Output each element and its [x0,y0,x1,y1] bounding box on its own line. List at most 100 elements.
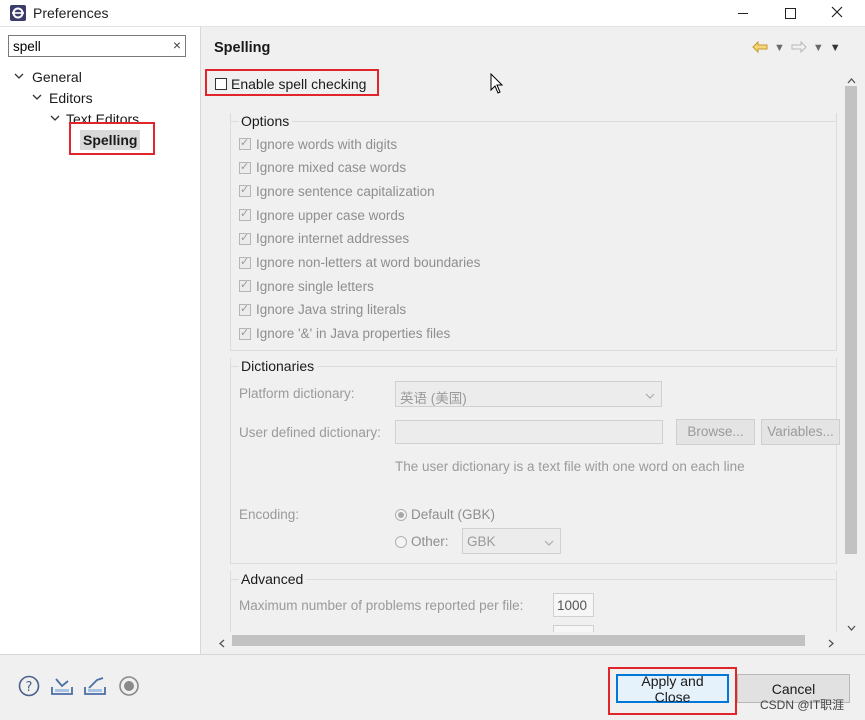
minimize-icon [738,12,748,14]
spelling-highlight-box [69,122,155,155]
next-field-input[interactable] [553,625,594,632]
option-checkbox[interactable] [239,255,251,269]
maximize-button[interactable] [767,0,813,26]
option-checkbox[interactable] [239,302,251,316]
option-row[interactable]: Ignore single letters [239,277,374,295]
tree-item-editors[interactable]: Editors [32,87,93,108]
bottom-separator [0,654,865,655]
close-window-button[interactable] [814,0,860,26]
tree-label-general: General [32,68,82,85]
enable-checkbox-highlight-box [205,69,379,96]
chevron-down-icon[interactable] [50,113,64,125]
horizontal-scroll-thumb[interactable] [232,635,805,646]
option-checkbox[interactable] [239,231,251,245]
user-dictionary-hint: The user dictionary is a text file with … [395,459,745,474]
spelling-preferences-content: Enable spell checking Options Ignore wor… [205,67,842,632]
record-button[interactable] [118,675,140,700]
option-checkbox[interactable] [239,183,251,198]
encoding-other-label: Other: [411,534,449,549]
svg-text:?: ? [26,680,33,695]
scroll-right-icon[interactable] [828,636,834,651]
window-title: Preferences [33,5,109,21]
radio-unselected-icon [395,535,407,548]
option-row[interactable]: Ignore sentence capitalization [239,182,435,200]
vertical-scrollbar[interactable] [843,68,859,631]
tree-label-editors: Editors [49,89,93,106]
encoding-other-combo[interactable]: GBK [462,528,561,554]
forward-menu-icon[interactable]: ▼ [813,42,824,54]
horizontal-scrollbar[interactable] [214,632,843,649]
user-dictionary-label: User defined dictionary: [239,425,381,440]
option-label: Ignore mixed case words [256,160,407,176]
option-label: Ignore '&' in Java properties files [256,326,451,342]
option-row[interactable]: Ignore internet addresses [239,230,409,248]
option-checkbox[interactable] [239,278,251,293]
chevron-down-icon [645,388,655,403]
option-row[interactable]: Ignore Java string literals [239,301,406,319]
minimize-button[interactable] [720,0,766,26]
tree-item-general[interactable]: General [14,66,82,87]
option-row[interactable]: Ignore upper case words [239,206,405,224]
scroll-down-icon[interactable] [847,619,856,634]
option-label: Ignore internet addresses [256,231,410,247]
scroll-up-icon[interactable] [847,72,856,87]
eclipse-app-icon [9,4,27,22]
advanced-group: Advanced Maximum number of problems repo… [230,571,837,632]
option-checkbox[interactable] [239,326,251,340]
browse-button[interactable]: Browse... [676,419,755,445]
chevron-down-icon[interactable] [14,71,28,83]
export-button[interactable] [84,676,106,698]
variables-button[interactable]: Variables... [761,419,840,445]
user-dictionary-input[interactable] [395,420,663,444]
page-title: Spelling [214,40,271,56]
options-group-title: Options [239,113,293,129]
apply-close-highlight-box [608,667,737,715]
option-row[interactable]: Ignore words with digits [239,135,397,153]
vertical-scroll-thumb[interactable] [845,86,857,554]
platform-dictionary-select[interactable]: 英语 (美国) [395,381,662,407]
max-problems-input[interactable]: 1000 [553,593,594,617]
encoding-label: Encoding: [239,507,300,522]
max-problems-value: 1000 [557,598,588,613]
import-button[interactable] [51,676,73,698]
record-icon [118,675,140,700]
option-label: Ignore upper case words [256,207,405,223]
chevron-down-icon [544,535,554,550]
view-menu-icon[interactable]: ▼ [830,42,841,54]
radio-selected-icon [395,508,407,521]
encoding-default-radio[interactable]: Default (GBK) [395,507,495,522]
option-checkbox[interactable] [239,207,251,222]
help-icon: ? [18,675,40,700]
import-icon [50,675,74,700]
close-icon [831,6,843,21]
back-menu-icon[interactable]: ▼ [774,42,785,54]
export-icon [83,675,107,700]
platform-dictionary-value: 英语 (美国) [400,391,467,406]
option-label: Ignore non-letters at word boundaries [256,255,481,270]
option-row[interactable]: Ignore '&' in Java properties files [239,325,450,343]
options-group: Options Ignore words with digits Ignore m… [230,113,837,351]
scroll-left-icon[interactable] [219,636,225,651]
back-arrow-icon[interactable] [752,40,768,56]
platform-dictionary-label: Platform dictionary: [239,386,355,401]
dictionaries-group: Dictionaries Platform dictionary: 英语 (美国… [230,358,840,564]
mouse-cursor-icon [490,72,504,98]
encoding-other-value: GBK [467,534,496,549]
option-label: Ignore Java string literals [256,302,407,318]
maximize-icon [784,7,796,19]
chevron-down-icon[interactable] [32,92,46,104]
option-row[interactable]: Ignore non-letters at word boundaries [239,254,480,272]
option-checkbox[interactable] [239,136,251,150]
filter-box: × [8,35,186,57]
option-label: Ignore words with digits [256,136,398,152]
forward-arrow-icon[interactable] [791,40,807,56]
option-checkbox[interactable] [239,160,251,174]
advanced-group-title: Advanced [239,571,307,587]
encoding-other-radio[interactable]: Other: [395,534,449,549]
option-row[interactable]: Ignore mixed case words [239,159,406,177]
filter-input[interactable] [13,37,163,55]
clear-filter-icon[interactable]: × [173,37,181,53]
option-label: Ignore sentence capitalization [256,183,435,199]
max-problems-label: Maximum number of problems reported per … [239,598,524,613]
help-button[interactable]: ? [18,675,40,700]
